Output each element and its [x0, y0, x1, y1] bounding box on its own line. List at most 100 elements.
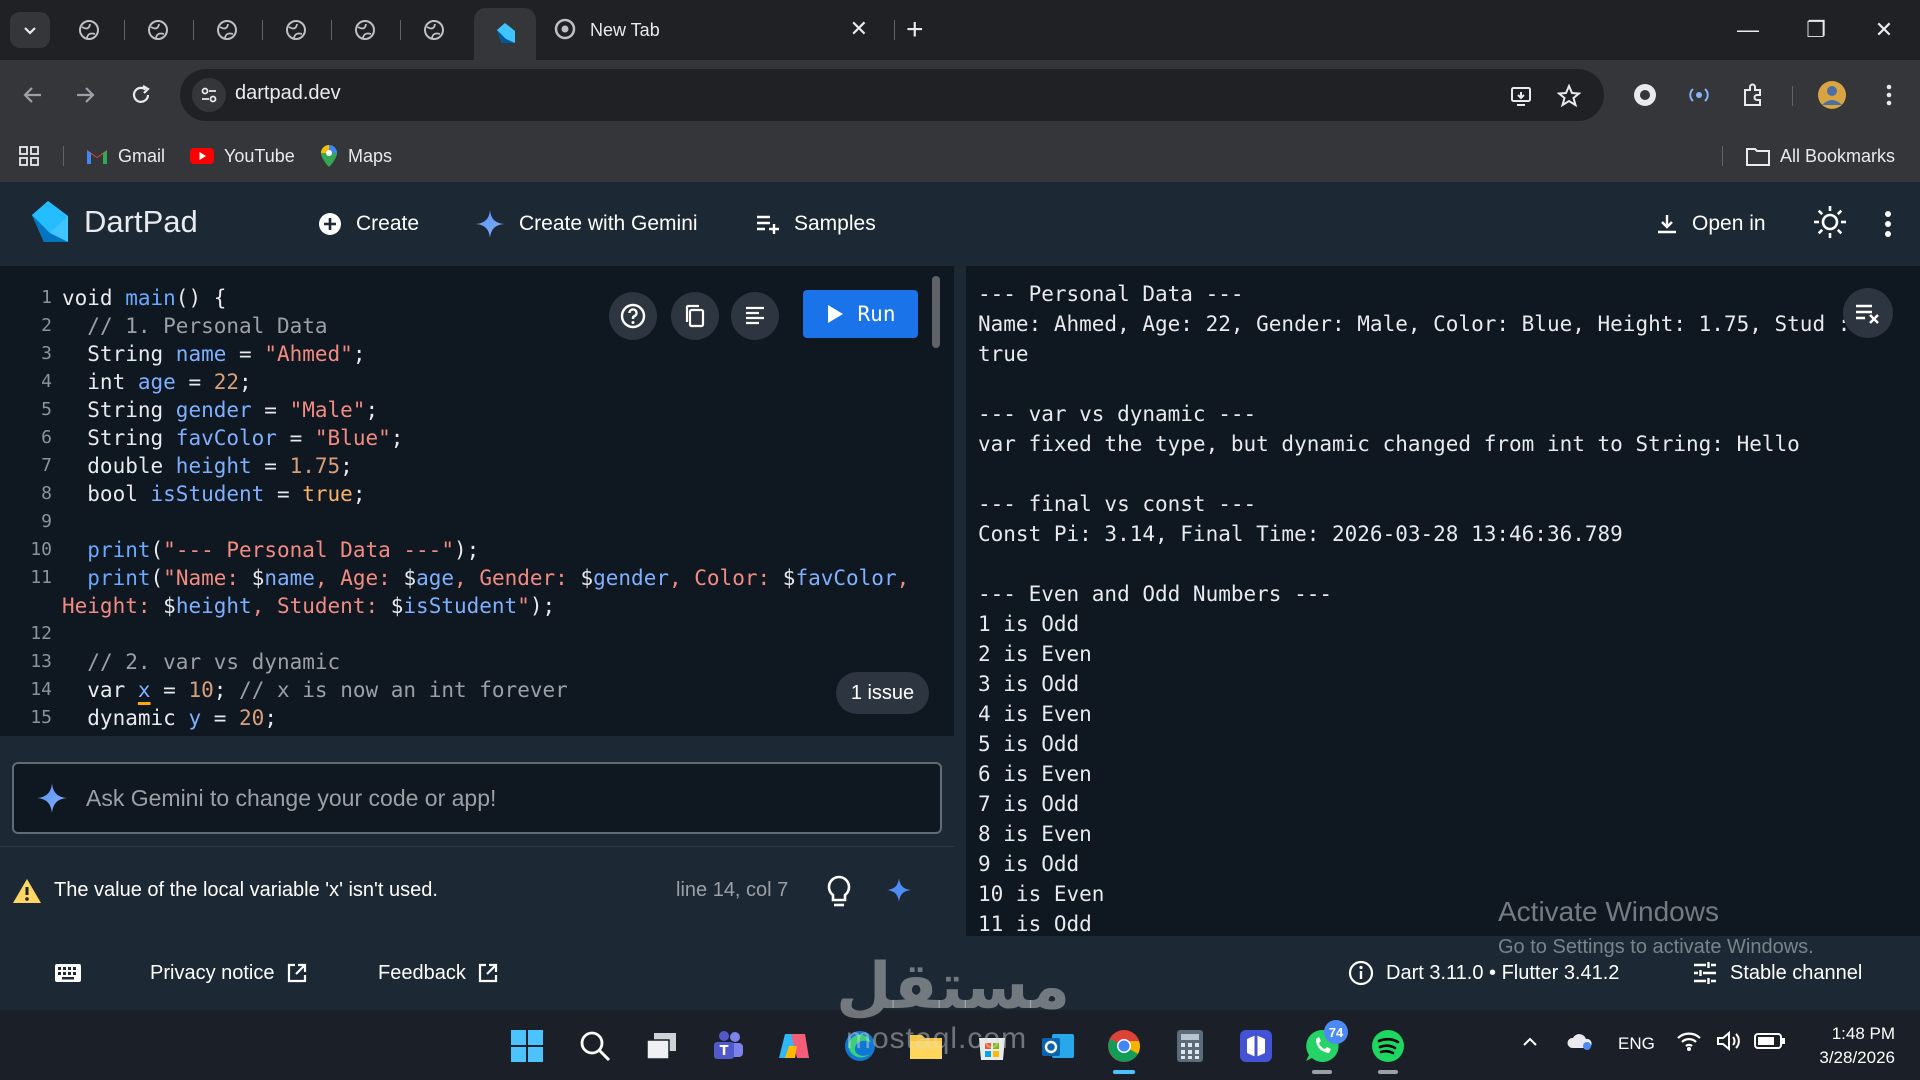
maps-icon — [321, 145, 337, 167]
console-line: --- var vs dynamic --- — [978, 402, 1257, 426]
new-tab-button[interactable]: + — [906, 12, 924, 48]
keyboard-icon — [55, 964, 81, 982]
format-button[interactable] — [731, 292, 779, 340]
more-menu-button[interactable] — [1884, 206, 1892, 242]
bookmark-youtube[interactable]: YouTube — [190, 140, 295, 172]
install-app-icon[interactable] — [1507, 81, 1537, 111]
teams-icon[interactable]: T — [706, 1024, 750, 1068]
battery-icon[interactable] — [1754, 1032, 1786, 1055]
restore-button[interactable]: ❐ — [1786, 10, 1846, 50]
forward-button[interactable] — [66, 76, 104, 114]
wifi-icon[interactable] — [1676, 1030, 1702, 1057]
samples-button[interactable]: Samples — [756, 206, 876, 242]
bookmark-gmail[interactable]: Gmail — [86, 140, 165, 172]
privacy-notice-link[interactable]: Privacy notice — [150, 958, 307, 988]
pinned-tab[interactable] — [418, 14, 450, 46]
copilot-icon[interactable] — [772, 1024, 816, 1068]
theme-toggle-button[interactable] — [1812, 204, 1848, 240]
system-clock[interactable]: 1:48 PM 3/28/2026 — [1795, 1022, 1895, 1070]
reload-button[interactable] — [122, 76, 160, 114]
issue-badge[interactable]: 1 issue — [836, 672, 929, 714]
version-info[interactable]: Dart 3.11.0 • Flutter 3.41.2 — [1348, 958, 1619, 988]
tab-new-tab[interactable]: New Tab ✕ — [548, 12, 888, 48]
clear-console-button[interactable] — [1843, 288, 1893, 338]
quick-fix-button[interactable] — [826, 875, 852, 909]
chevron-down-icon — [24, 27, 36, 35]
problems-bar: The value of the local variable 'x' isn'… — [0, 846, 954, 936]
activate-windows-subtitle: Go to Settings to activate Windows. — [1498, 936, 1814, 958]
download-icon — [1658, 215, 1676, 234]
volume-icon[interactable] — [1716, 1030, 1742, 1057]
show-hidden-icons-button[interactable] — [1520, 1032, 1540, 1057]
bookmarks-bar: Gmail YouTube Maps All Bookmarks — [0, 130, 1920, 182]
open-in-label: Open in — [1692, 212, 1766, 235]
task-view-button[interactable] — [640, 1024, 684, 1068]
pinned-tab[interactable] — [211, 14, 243, 46]
keyboard-shortcuts-button[interactable] — [54, 958, 82, 988]
gemini-fix-button[interactable] — [886, 877, 912, 903]
site-info-icon[interactable] — [192, 78, 226, 112]
whatsapp-icon[interactable]: 74 — [1300, 1020, 1348, 1074]
all-bookmarks-button[interactable]: All Bookmarks — [1746, 140, 1895, 172]
run-button[interactable]: Run — [803, 290, 918, 338]
problem-message[interactable]: The value of the local variable 'x' isn'… — [54, 879, 438, 902]
minimize-button[interactable]: — — [1718, 10, 1778, 50]
code-line: 5 String gender = "Male"; — [41, 398, 379, 422]
pinned-tab[interactable] — [280, 14, 312, 46]
arrow-left-icon — [23, 87, 41, 103]
language-indicator[interactable]: ENG — [1618, 1034, 1655, 1054]
dart-logo-icon — [32, 201, 68, 242]
url-text: dartpad.dev — [235, 82, 341, 104]
back-button[interactable] — [14, 76, 52, 114]
open-in-button[interactable]: Open in — [1656, 206, 1766, 242]
console-line: 9 is Odd — [978, 852, 1080, 876]
bookmark-label: Gmail — [118, 145, 166, 166]
linear-app-icon[interactable] — [1234, 1024, 1278, 1068]
onedrive-icon[interactable] — [1566, 1030, 1594, 1057]
profile-avatar[interactable] — [1815, 78, 1849, 112]
spotify-icon[interactable] — [1366, 1024, 1410, 1074]
create-button[interactable]: Create — [318, 206, 419, 242]
chrome-menu-icon[interactable] — [1872, 78, 1906, 112]
start-button[interactable] — [505, 1024, 549, 1068]
copy-icon — [685, 304, 705, 328]
active-tab-dartpad[interactable] — [474, 8, 536, 60]
search-button[interactable] — [573, 1024, 617, 1068]
help-button[interactable] — [609, 292, 657, 340]
dart-logo-icon — [497, 23, 515, 43]
create-with-gemini-button[interactable]: Create with Gemini — [475, 206, 698, 242]
privacy-label: Privacy notice — [150, 961, 275, 984]
bookmark-star-icon[interactable] — [1554, 81, 1584, 111]
address-bar[interactable]: dartpad.dev — [180, 69, 1604, 121]
code-line: 12 — [30, 623, 52, 644]
code-line: 3 String name = "Ahmed"; — [41, 342, 366, 366]
create-with-gemini-label: Create with Gemini — [519, 212, 698, 235]
channel-selector[interactable]: Stable channel — [1692, 958, 1862, 988]
code-line: 8 bool isStudent = true; — [41, 482, 366, 506]
code-editor[interactable]: 1 void main() { 2 // 1. Personal Data 3 S… — [0, 266, 954, 736]
gemini-prompt-input[interactable]: Ask Gemini to change your code or app! — [12, 762, 942, 834]
bookmark-label: YouTube — [224, 145, 295, 166]
extension-icon[interactable] — [1628, 78, 1662, 112]
tab-search-button[interactable] — [10, 12, 50, 48]
bookmark-maps[interactable]: Maps — [320, 140, 392, 172]
info-icon — [1348, 960, 1374, 986]
extensions-puzzle-icon[interactable] — [1736, 78, 1770, 112]
feedback-link[interactable]: Feedback — [378, 958, 498, 988]
pinned-tab[interactable] — [142, 14, 174, 46]
outlook-icon[interactable] — [1036, 1024, 1080, 1068]
copy-button[interactable] — [671, 292, 719, 340]
cast-icon[interactable] — [1682, 78, 1716, 112]
channel-label: Stable channel — [1730, 961, 1863, 984]
close-tab-icon[interactable]: ✕ — [850, 16, 868, 42]
close-window-button[interactable]: ✕ — [1854, 10, 1914, 50]
code-line: Height: $height, Student: $isStudent"); — [62, 594, 556, 618]
pinned-tab[interactable] — [349, 14, 381, 46]
pinned-tab[interactable] — [73, 14, 105, 46]
apps-button[interactable] — [18, 140, 40, 172]
editor-scrollbar[interactable] — [932, 276, 940, 348]
globe-icon — [355, 20, 375, 40]
split-divider[interactable] — [954, 266, 966, 936]
chrome-taskbar-icon[interactable] — [1102, 1024, 1146, 1074]
calculator-icon[interactable] — [1168, 1024, 1212, 1068]
